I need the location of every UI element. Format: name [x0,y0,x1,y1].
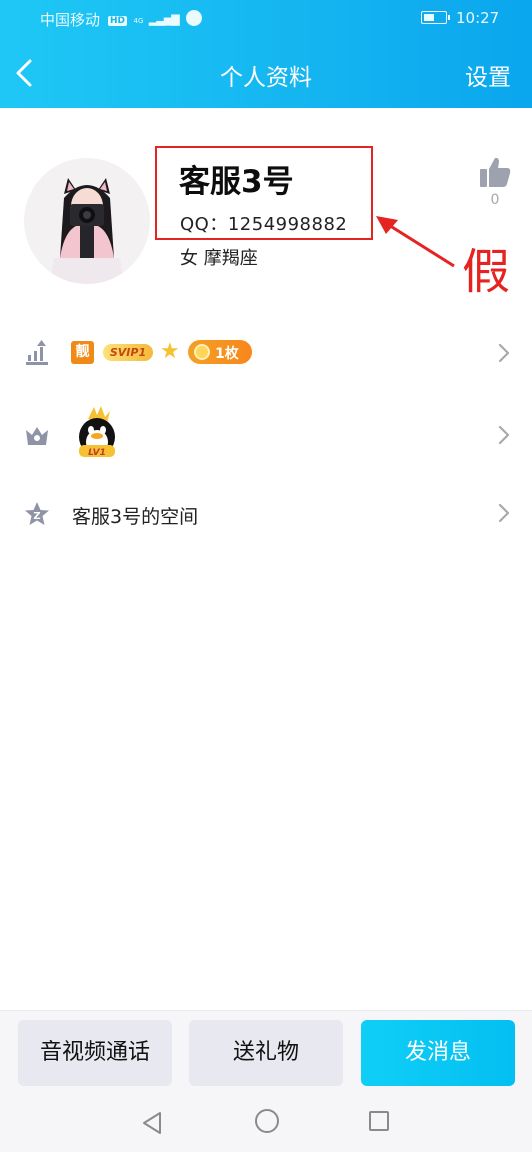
header-bar: 中国移动 HD 4G ▂▃▅▇ 10:27 个人资料 设置 [0,0,532,108]
qq-penguin-level-icon: LV1 [79,406,115,458]
space-label: 客服3号的空间 [72,506,199,528]
crown-icon [26,427,48,445]
network-type: 4G [133,17,144,25]
signal-icon: ▂▃▅▇ [148,13,180,26]
hd-badge: HD [108,16,128,26]
coin-count: 1枚 [215,346,239,362]
qq-number: QQ：1254998882 [180,214,348,235]
system-nav-bar [0,1094,532,1152]
fake-annotation: 假 [462,244,511,300]
wifi-icon [186,10,203,26]
clock: 10:27 [456,9,500,27]
level-up-icon [26,340,48,365]
settings-button[interactable]: 设置 [465,58,511,92]
nav-back-icon[interactable] [140,1110,166,1136]
nav-home-icon[interactable] [255,1109,279,1133]
coin-icon [194,344,210,360]
status-bar: 中国移动 HD 4G ▂▃▅▇ 10:27 [0,0,532,36]
like-count: 0 [490,192,500,208]
star-badge-icon: ★ [160,339,180,364]
jing-badge: 靓 [71,341,94,364]
page-title: 个人资料 [220,65,312,91]
profile-name: 客服3号 [179,164,294,200]
chevron-right-icon [498,425,510,445]
star-icon: Z [25,502,49,525]
penguin-level-text: LV1 [88,448,106,458]
thumbs-up-icon[interactable] [478,155,512,189]
red-arrow-annotation [376,216,455,268]
carrier-label: 中国移动 [40,11,101,29]
chevron-right-icon [498,343,510,363]
nav-recent-icon[interactable] [369,1111,389,1131]
avatar[interactable] [24,158,150,284]
chevron-right-icon [498,503,510,523]
send-message-button[interactable]: 发消息 [361,1020,515,1086]
gender-zodiac: 女 摩羯座 [180,248,258,269]
svip-badge: SVIP1 [103,344,153,361]
avatar-illustration [50,178,124,284]
av-call-button[interactable]: 音视频通话 [18,1020,172,1086]
network-indicator: HD 4G ▂▃▅▇ [108,10,203,26]
coin-badge: 1枚 [188,340,252,364]
send-gift-button[interactable]: 送礼物 [189,1020,343,1086]
battery-icon [421,11,450,24]
svg-text:Z: Z [33,511,40,522]
